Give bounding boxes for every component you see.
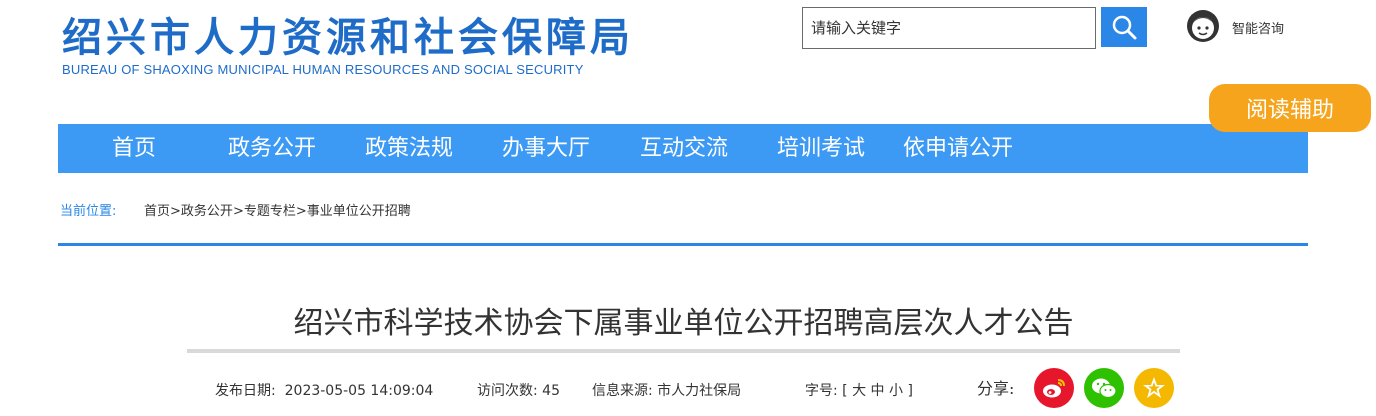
breadcrumb-label: 当前位置: xyxy=(60,204,117,219)
search-icon xyxy=(1112,15,1137,40)
breadcrumb-separator: > xyxy=(232,204,244,219)
wechat-icon[interactable] xyxy=(1084,368,1124,408)
visit-count-value: 45 xyxy=(542,383,560,399)
breadcrumb-item-home[interactable]: 首页 xyxy=(144,204,170,219)
site-logo-en: BUREAU OF SHAOXING MUNICIPAL HUMAN RESOU… xyxy=(62,62,584,77)
reading-aid-button[interactable]: 阅读辅助 xyxy=(1209,84,1371,132)
breadcrumb-separator: > xyxy=(170,204,181,219)
font-size-bracket-close: ] xyxy=(907,383,913,399)
visit-count-label: 访问次数: xyxy=(477,383,538,399)
nav-item-home[interactable]: 首页 xyxy=(112,124,156,173)
visit-count: 访问次数: 45 xyxy=(477,380,560,400)
nav-item-interaction[interactable]: 互动交流 xyxy=(640,124,728,173)
article-title: 绍兴市科学技术协会下属事业单位公开招聘高层次人才公告 xyxy=(293,306,1074,341)
breadcrumb-item-special-topics[interactable]: 专题专栏 xyxy=(244,204,296,219)
nav-item-service-hall[interactable]: 办事大厅 xyxy=(502,124,590,173)
font-size-large[interactable]: 大 xyxy=(852,383,866,399)
breadcrumb: 首页>政务公开>专题专栏>事业单位公开招聘 xyxy=(144,200,411,219)
font-size-medium[interactable]: 中 xyxy=(871,383,885,399)
nav-item-training[interactable]: 培训考试 xyxy=(777,124,865,173)
font-size-small[interactable]: 小 xyxy=(889,383,903,399)
assistant-label[interactable]: 智能咨询 xyxy=(1232,18,1284,37)
assistant-avatar-icon[interactable] xyxy=(1185,8,1221,44)
weibo-icon[interactable] xyxy=(1034,368,1074,408)
info-source-value: 市人力社保局 xyxy=(657,383,742,399)
breadcrumb-separator: > xyxy=(295,204,307,219)
search-button[interactable] xyxy=(1101,7,1147,47)
font-size-control: 字号: [ 大 中 小 ] xyxy=(805,380,913,400)
search-input[interactable] xyxy=(802,7,1096,49)
wechat-glyph xyxy=(1092,378,1117,399)
info-source-label: 信息来源: xyxy=(592,383,653,399)
publish-date-label: 发布日期: xyxy=(215,383,276,399)
info-source: 信息来源: 市人力社保局 xyxy=(592,380,741,400)
site-logo-cn[interactable]: 绍兴市人力资源和社会保障局 xyxy=(62,12,634,64)
share-label: 分享: xyxy=(977,379,1015,398)
weibo-glyph xyxy=(1043,379,1065,398)
main-nav: 首页 政务公开 政策法规 办事大厅 互动交流 培训考试 依申请公开 xyxy=(58,124,1308,173)
nav-item-government-affairs[interactable]: 政务公开 xyxy=(228,124,316,173)
publish-date: 发布日期: 2023-05-05 14:09:04 xyxy=(215,380,433,400)
nav-item-policies[interactable]: 政策法规 xyxy=(365,124,453,173)
star-icon[interactable] xyxy=(1134,368,1174,408)
breadcrumb-item-government-affairs[interactable]: 政务公开 xyxy=(181,204,233,219)
font-size-bracket-open: [ xyxy=(842,383,848,399)
nav-item-disclosure-request[interactable]: 依申请公开 xyxy=(903,124,1013,173)
star-glyph xyxy=(1143,377,1165,398)
breadcrumb-item-recruitment[interactable]: 事业单位公开招聘 xyxy=(307,204,411,219)
font-size-label: 字号: xyxy=(805,383,838,399)
publish-date-value: 2023-05-05 14:09:04 xyxy=(284,383,434,399)
title-divider xyxy=(187,349,1180,353)
